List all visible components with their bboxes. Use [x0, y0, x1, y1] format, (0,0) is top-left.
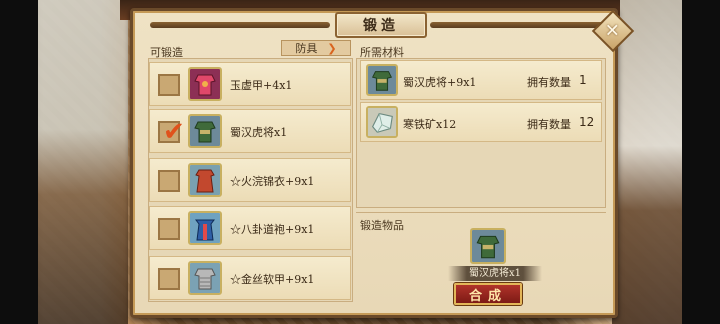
armor-icon — [188, 114, 222, 148]
title-ornament-right — [430, 22, 610, 28]
material-name: 蜀汉虎将+9x1 — [403, 76, 477, 89]
owned-label: 拥有数量 — [527, 76, 571, 89]
chevron-down-icon: ❯ — [327, 41, 337, 55]
item-name: ☆火浣锦衣+9x1 — [230, 175, 315, 188]
list-item[interactable]: ☆金丝软甲+9x1 — [149, 256, 351, 300]
scene-left — [38, 0, 128, 324]
screen-edge-left — [0, 0, 38, 324]
check-icon: ✔ — [163, 117, 185, 147]
material-name: 寒铁矿x12 — [403, 118, 457, 131]
item-checkbox[interactable] — [158, 74, 180, 96]
list-item[interactable]: 玉虚甲+4x1 — [149, 62, 351, 106]
item-checkbox[interactable] — [158, 170, 180, 192]
synthesize-button[interactable]: 合成 — [454, 283, 522, 305]
list-item[interactable]: ☆八卦道袍+9x1 — [149, 206, 351, 250]
list-item[interactable]: ✔ 蜀汉虎将x1 — [149, 109, 351, 153]
item-checkbox[interactable] — [158, 218, 180, 240]
owned-label: 拥有数量 — [527, 118, 571, 131]
material-row: 蜀汉虎将+9x1 拥有数量 1 — [360, 60, 602, 100]
screen-edge-right — [682, 0, 720, 324]
type-filter-dropdown[interactable]: 防具 ❯ — [281, 40, 351, 56]
robe-icon — [188, 163, 222, 197]
close-icon: ✕ — [605, 20, 621, 42]
list-item[interactable]: ☆火浣锦衣+9x1 — [149, 158, 351, 202]
section-divider — [356, 212, 606, 213]
type-filter-value: 防具 — [295, 42, 318, 55]
owned-count: 1 — [579, 73, 587, 87]
material-row: 寒铁矿x12 拥有数量 12 — [360, 102, 602, 142]
item-name: ☆金丝软甲+9x1 — [230, 273, 315, 286]
item-name: 玉虚甲+4x1 — [230, 79, 293, 92]
item-checkbox-checked[interactable]: ✔ — [158, 117, 185, 147]
armor-icon — [366, 64, 398, 96]
item-name: ☆八卦道袍+9x1 — [230, 223, 315, 236]
robe-icon — [188, 211, 222, 245]
armor-icon — [188, 67, 222, 101]
forge-item-label: 锻造物品 — [360, 219, 404, 232]
owned-count: 12 — [579, 115, 595, 129]
armor-icon — [470, 228, 506, 264]
armor-icon — [188, 261, 222, 295]
item-checkbox[interactable] — [158, 268, 180, 290]
ore-icon — [366, 106, 398, 138]
scene-right — [612, 0, 682, 324]
result-name: 蜀汉虎将x1 — [448, 266, 542, 281]
title-ornament-left — [150, 22, 330, 28]
item-name: 蜀汉虎将x1 — [230, 126, 288, 139]
window-title: 锻造 — [335, 12, 427, 38]
